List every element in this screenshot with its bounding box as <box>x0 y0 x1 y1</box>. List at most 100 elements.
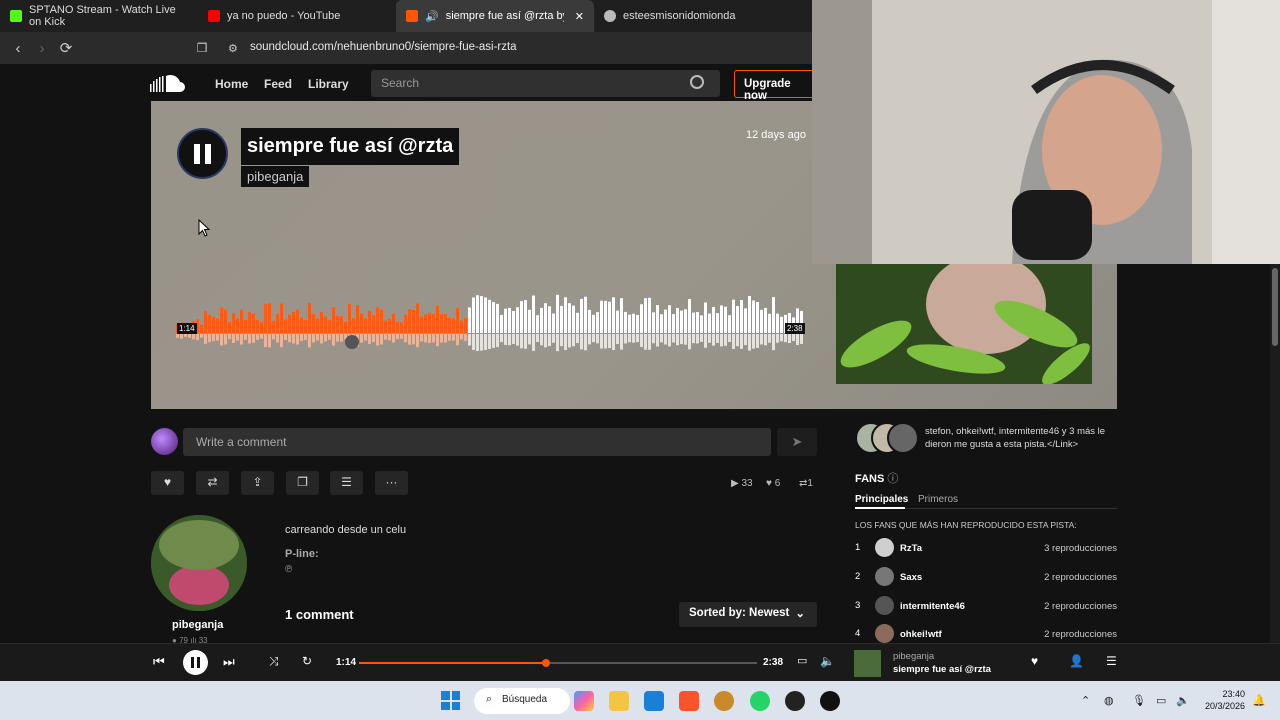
whatsapp-icon[interactable] <box>750 691 770 711</box>
waveform-reflection <box>508 334 511 346</box>
search-icon[interactable] <box>690 75 704 89</box>
network-icon[interactable]: ◍ <box>1104 694 1114 707</box>
tab-primeros[interactable]: Primeros <box>918 494 958 505</box>
waveform-reflection <box>368 334 371 344</box>
queue-icon[interactable]: ☰ <box>1106 654 1117 668</box>
site-info-icon[interactable]: ⚙ <box>228 42 238 55</box>
copilot-icon[interactable] <box>574 691 594 711</box>
store-icon[interactable] <box>644 691 664 711</box>
artist-avatar[interactable] <box>151 515 247 611</box>
cast-icon[interactable]: ▭ <box>797 654 807 667</box>
previous-icon[interactable]: ⏮ <box>153 654 165 670</box>
follow-icon[interactable]: 👤 <box>1069 654 1084 668</box>
waveform-reflection <box>200 334 203 338</box>
waveform-reflection <box>696 334 699 344</box>
pause-button[interactable] <box>177 128 228 179</box>
repeat-icon[interactable]: ↻ <box>302 654 312 668</box>
player-progress-knob[interactable] <box>542 659 551 667</box>
bookmark-icon[interactable]: ❒ <box>190 41 214 55</box>
display-icon[interactable]: ▭ <box>1156 694 1166 707</box>
track-description: carreando desde un celu <box>285 524 407 536</box>
player-title[interactable]: siempre fue así @rzta <box>893 664 991 675</box>
media-player-icon[interactable] <box>820 691 840 711</box>
player-artist[interactable]: pibeganja <box>893 651 934 662</box>
waveform[interactable] <box>176 283 804 355</box>
fan-row[interactable]: 1 RzTa 3 reproducciones <box>855 538 1117 558</box>
waveform-reflection <box>748 334 751 351</box>
fans-title: FANS ⓘ <box>855 470 898 486</box>
add-to-playlist-icon: ☰ <box>341 475 352 489</box>
reposts-stat[interactable]: ⇄1 <box>799 478 813 489</box>
shuffle-icon[interactable]: ⤨ <box>269 654 279 669</box>
nav-library[interactable]: Library <box>308 77 349 91</box>
waveform-bar <box>332 307 335 333</box>
nav-feed[interactable]: Feed <box>264 77 292 91</box>
share-button[interactable]: ⇪ <box>241 471 274 495</box>
speaker-icon[interactable]: 🔈 <box>1176 694 1190 707</box>
fan-row[interactable]: 3 intermitente46 2 reproducciones <box>855 596 1117 616</box>
waveform-reflection <box>308 334 311 348</box>
more-button[interactable]: ··· <box>375 471 408 495</box>
tab-other[interactable]: esteesmisonidomionda <box>594 0 792 32</box>
likes-stat[interactable]: ♥ 6 <box>766 478 780 489</box>
fan-row[interactable]: 4 ohkei!wtf 2 reproducciones <box>855 624 1117 644</box>
waveform-bar <box>548 306 551 333</box>
tab-kick[interactable]: SPTANO Stream - Watch Live on Kick <box>0 0 198 32</box>
sort-dropdown[interactable]: Sorted by: Newest ⌄ <box>679 602 817 627</box>
scrollbar-thumb[interactable] <box>1272 268 1278 346</box>
tab-soundcloud[interactable]: 🔊 siempre fue así @rzta by pibe ✕ <box>396 0 594 32</box>
comment-count: 1 comment <box>285 607 354 622</box>
brave-icon[interactable] <box>679 691 699 711</box>
waveform-reflection <box>236 334 239 341</box>
waveform-reflection <box>564 334 567 351</box>
tab-principales[interactable]: Principales <box>855 494 908 505</box>
upgrade-button[interactable]: Upgrade now <box>734 70 824 102</box>
url-field[interactable]: soundcloud.com/nehuenbruno0/siempre-fue-… <box>250 41 517 53</box>
next-icon[interactable]: ⏭ <box>223 654 235 670</box>
waveform-reflection <box>400 334 403 339</box>
file-explorer-icon[interactable] <box>609 691 629 711</box>
reload-icon[interactable]: ⟳ <box>54 39 78 57</box>
notification-icon[interactable]: 🔔 <box>1252 694 1266 707</box>
like-button[interactable]: ♥ <box>151 471 184 495</box>
likers-avatars[interactable] <box>855 422 919 454</box>
likes-summary[interactable]: stefon, ohkei!wtf, intermitente46 y 3 má… <box>925 425 1120 451</box>
add-to-playlist-button[interactable]: ☰ <box>330 471 363 495</box>
forward-icon[interactable]: › <box>30 40 54 57</box>
comment-avatar-icon[interactable] <box>345 335 359 349</box>
taskbar-search[interactable]: ⌕ Búsqueda <box>474 688 570 714</box>
soundcloud-logo[interactable] <box>150 72 190 94</box>
player-progress[interactable] <box>359 659 757 667</box>
microphone-icon[interactable]: 🎙 <box>1132 694 1146 707</box>
volume-icon[interactable]: 🔈 <box>820 654 835 668</box>
player-artwork[interactable] <box>854 650 881 677</box>
waveform-reflection <box>448 334 451 341</box>
waveform-bar <box>488 299 491 333</box>
fan-row[interactable]: 2 Saxs 2 reproducciones <box>855 567 1117 587</box>
artist-name[interactable]: pibeganja <box>172 619 223 631</box>
fan-rank: 1 <box>855 542 861 553</box>
comment-input[interactable]: Write a comment <box>183 428 771 456</box>
windows-start-icon[interactable] <box>441 691 460 710</box>
tab-youtube[interactable]: ya no puedo - YouTube <box>198 0 396 32</box>
waveform-bar <box>480 296 483 333</box>
app-icon[interactable] <box>785 691 805 711</box>
system-clock[interactable]: 23:40 20/3/2026 <box>1195 688 1245 712</box>
track-artist[interactable]: pibeganja <box>241 166 310 187</box>
close-tab-icon[interactable]: ✕ <box>575 10 584 23</box>
waveform-duration: 2:38 <box>785 323 805 334</box>
info-icon[interactable]: ⓘ <box>887 473 898 485</box>
back-icon[interactable]: ‹ <box>6 40 30 57</box>
copy-link-button[interactable]: ❐ <box>286 471 319 495</box>
chevron-up-icon[interactable]: ⌃ <box>1081 694 1090 707</box>
pline-label: P-line: <box>285 548 319 560</box>
search-input[interactable]: Search <box>371 70 720 97</box>
heart-icon[interactable]: ♥ <box>1031 654 1038 668</box>
app-icon[interactable] <box>714 691 734 711</box>
nav-home[interactable]: Home <box>215 77 248 91</box>
page-scrollbar[interactable] <box>1270 264 1280 643</box>
send-icon[interactable]: ➤ <box>777 428 817 456</box>
liker-avatar <box>887 422 919 454</box>
player-pause-button[interactable] <box>183 650 208 675</box>
repost-button[interactable]: ⇄ <box>196 471 229 495</box>
